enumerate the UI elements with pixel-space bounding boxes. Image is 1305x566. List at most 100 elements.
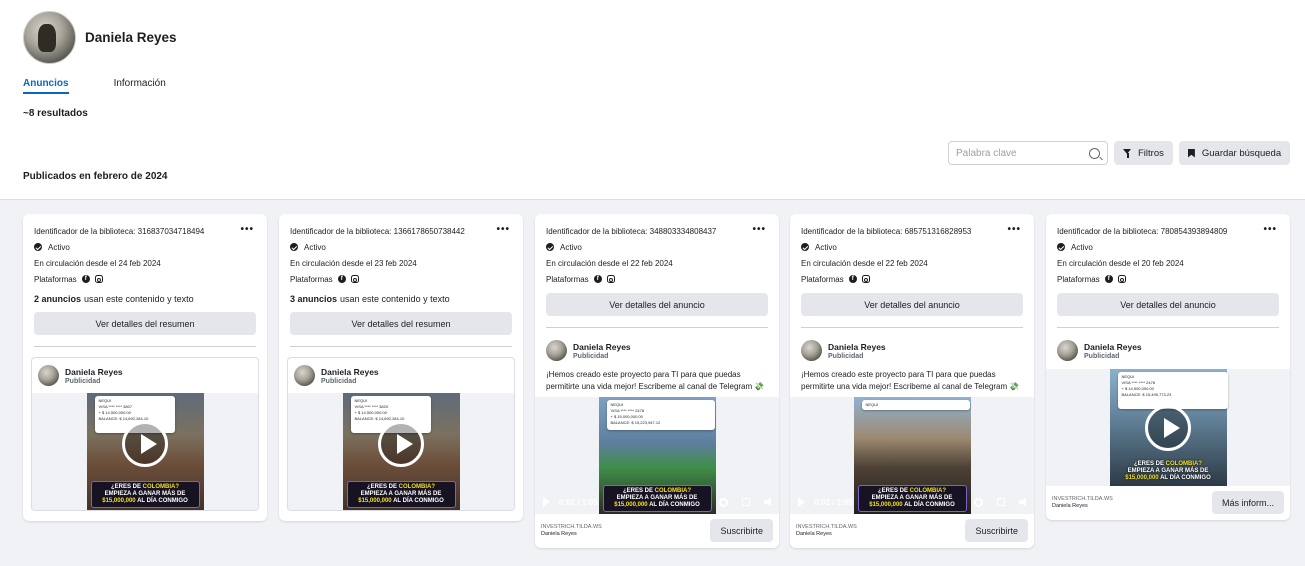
multi-ads-count: 3 anuncios [290,293,338,304]
promo-text: EMPIEZA A GANAR MÁS DE [1127,468,1209,474]
filter-icon [1123,149,1132,158]
volume-icon[interactable] [1019,497,1026,507]
status-label: Activo [304,242,326,252]
advertiser-name[interactable]: Daniela Reyes [573,342,631,352]
play-icon[interactable] [122,421,168,468]
divider [1057,327,1279,328]
cta-domain[interactable]: INVESTRICH.TILDA.WS [541,524,602,531]
bank-notification: NEQUI VISA **** **** 2478 + $ 15,000,000… [606,400,715,430]
cta-domain[interactable]: INVESTRICH.TILDA.WS [796,524,857,531]
ad-video[interactable]: NEQUI VISA **** **** 3807 + $ 14,500,000… [86,393,204,510]
advertiser-name[interactable]: Daniela Reyes [1084,342,1142,352]
advertiser-avatar[interactable] [546,340,567,361]
advertiser-name[interactable]: Daniela Reyes [321,367,379,377]
facebook-icon: f [848,275,857,283]
cta-domain[interactable]: INVESTRICH.TILDA.WS [1052,496,1113,503]
ad-video[interactable]: NEQUI VISA **** **** 2478 + $ 14,500,000… [1109,369,1228,486]
run-date: En circulación desde el 24 feb 2024 [34,258,161,268]
ad-details-button[interactable]: Ver detalles del anuncio [1057,293,1279,316]
facebook-icon: f [1104,275,1113,283]
advertiser-name[interactable]: Daniela Reyes [828,342,886,352]
more-options-icon[interactable]: ••• [1007,224,1021,235]
save-search-button[interactable]: Guardar búsqueda [1178,141,1291,165]
tab-informacion[interactable]: Información [114,78,166,94]
fullscreen-icon[interactable] [742,498,750,506]
advertiser-name[interactable]: Daniela Reyes [65,367,123,377]
instagram-icon [350,275,359,283]
search-icon[interactable] [1089,147,1100,159]
divider [34,346,256,347]
settings-icon[interactable] [719,497,728,507]
page-name[interactable]: Daniela Reyes [85,30,177,45]
settings-icon[interactable] [974,497,983,507]
promo-text: EMPIEZA A GANAR MÁS DE [104,491,186,497]
active-check-icon [1057,243,1065,251]
platforms-label: Plataformas [801,274,844,284]
library-id: Identificador de la biblioteca: 34880333… [546,226,717,236]
filters-label: Filtros [1138,147,1164,159]
promo-text: ¿ERES DE [1133,461,1166,467]
video-time: 0:02 / 1:05 [814,497,853,507]
play-icon[interactable] [543,497,550,507]
sponsored-label: Publicidad [321,377,357,385]
play-icon[interactable] [378,421,424,468]
more-options-icon[interactable]: ••• [1263,224,1277,235]
more-options-icon[interactable]: ••• [496,224,510,235]
more-options-icon[interactable]: ••• [240,224,254,235]
fullscreen-icon[interactable] [997,498,1005,506]
promo-text: ¿ERES DE [110,484,143,490]
ad-video[interactable]: NEQUI VISA **** **** 3820 + $ 14,500,000… [342,393,460,510]
search-input[interactable] [956,147,1084,159]
promo-highlight: COLOMBIA? [1165,461,1202,467]
run-date: En circulación desde el 22 feb 2024 [546,258,673,268]
divider [801,327,1023,328]
cta-name[interactable]: Daniela Reyes [796,531,857,538]
promo-highlight: COLOMBIA? [142,484,179,490]
results-count: ~8 resultados [23,108,88,119]
promo-amount: $15,000,000 [358,498,392,504]
volume-icon[interactable] [764,497,771,507]
bank-name: NEQUI [865,402,879,407]
library-id: Identificador de la biblioteca: 68575131… [801,226,972,236]
cta-name[interactable]: Daniela Reyes [1052,503,1113,510]
advertiser-avatar[interactable] [1057,340,1078,361]
platforms-label: Plataformas [34,274,77,284]
ad-details-button[interactable]: Ver detalles del anuncio [546,293,768,316]
promo-banner: ¿ERES DE COLOMBIA? EMPIEZA A GANAR MÁS D… [346,481,456,508]
page-avatar[interactable] [23,11,76,64]
multi-ads-text: usan este contenido y texto [84,293,194,304]
summary-details-button[interactable]: Ver detalles del resumen [290,312,512,335]
active-check-icon [801,243,809,251]
library-id: Identificador de la biblioteca: 13661786… [290,226,465,236]
advertiser-avatar[interactable] [38,365,59,386]
advertiser-avatar[interactable] [801,340,822,361]
status-label: Activo [560,242,582,252]
more-options-icon[interactable]: ••• [752,224,766,235]
learn-more-button[interactable]: Más inform... [1211,491,1284,514]
cta-bar: INVESTRICH.TILDA.WS Daniela Reyes Más in… [1046,486,1290,520]
cta-bar: INVESTRICH.TILDA.WS Daniela Reyes Suscri… [535,514,779,548]
promo-text: AL DÍA CONMIGO [391,498,444,504]
bank-balance: BALANCE: $ 15,223,947.12 [610,420,661,425]
run-date: En circulación desde el 22 feb 2024 [801,258,928,268]
tab-anuncios[interactable]: Anuncios [23,78,69,94]
advertiser-avatar[interactable] [294,365,315,386]
status-label: Activo [1071,242,1093,252]
facebook-icon: f [337,275,346,283]
play-icon[interactable] [1145,404,1191,451]
cta-name[interactable]: Daniela Reyes [541,531,602,538]
run-date: En circulación desde el 20 feb 2024 [1057,258,1184,268]
sponsored-label: Publicidad [65,377,101,385]
ad-card: Identificador de la biblioteca: 68575131… [790,214,1034,548]
subscribe-button[interactable]: Suscribirte [965,519,1028,542]
filters-button[interactable]: Filtros [1114,141,1173,165]
search-box[interactable] [948,141,1108,165]
play-icon[interactable] [798,497,805,507]
subscribe-button[interactable]: Suscribirte [710,519,773,542]
run-date: En circulación desde el 23 feb 2024 [290,258,417,268]
ad-card: Identificador de la biblioteca: 31683703… [23,214,267,521]
sponsored-label: Publicidad [1084,352,1120,360]
divider [546,327,768,328]
summary-details-button[interactable]: Ver detalles del resumen [34,312,256,335]
ad-details-button[interactable]: Ver detalles del anuncio [801,293,1023,316]
